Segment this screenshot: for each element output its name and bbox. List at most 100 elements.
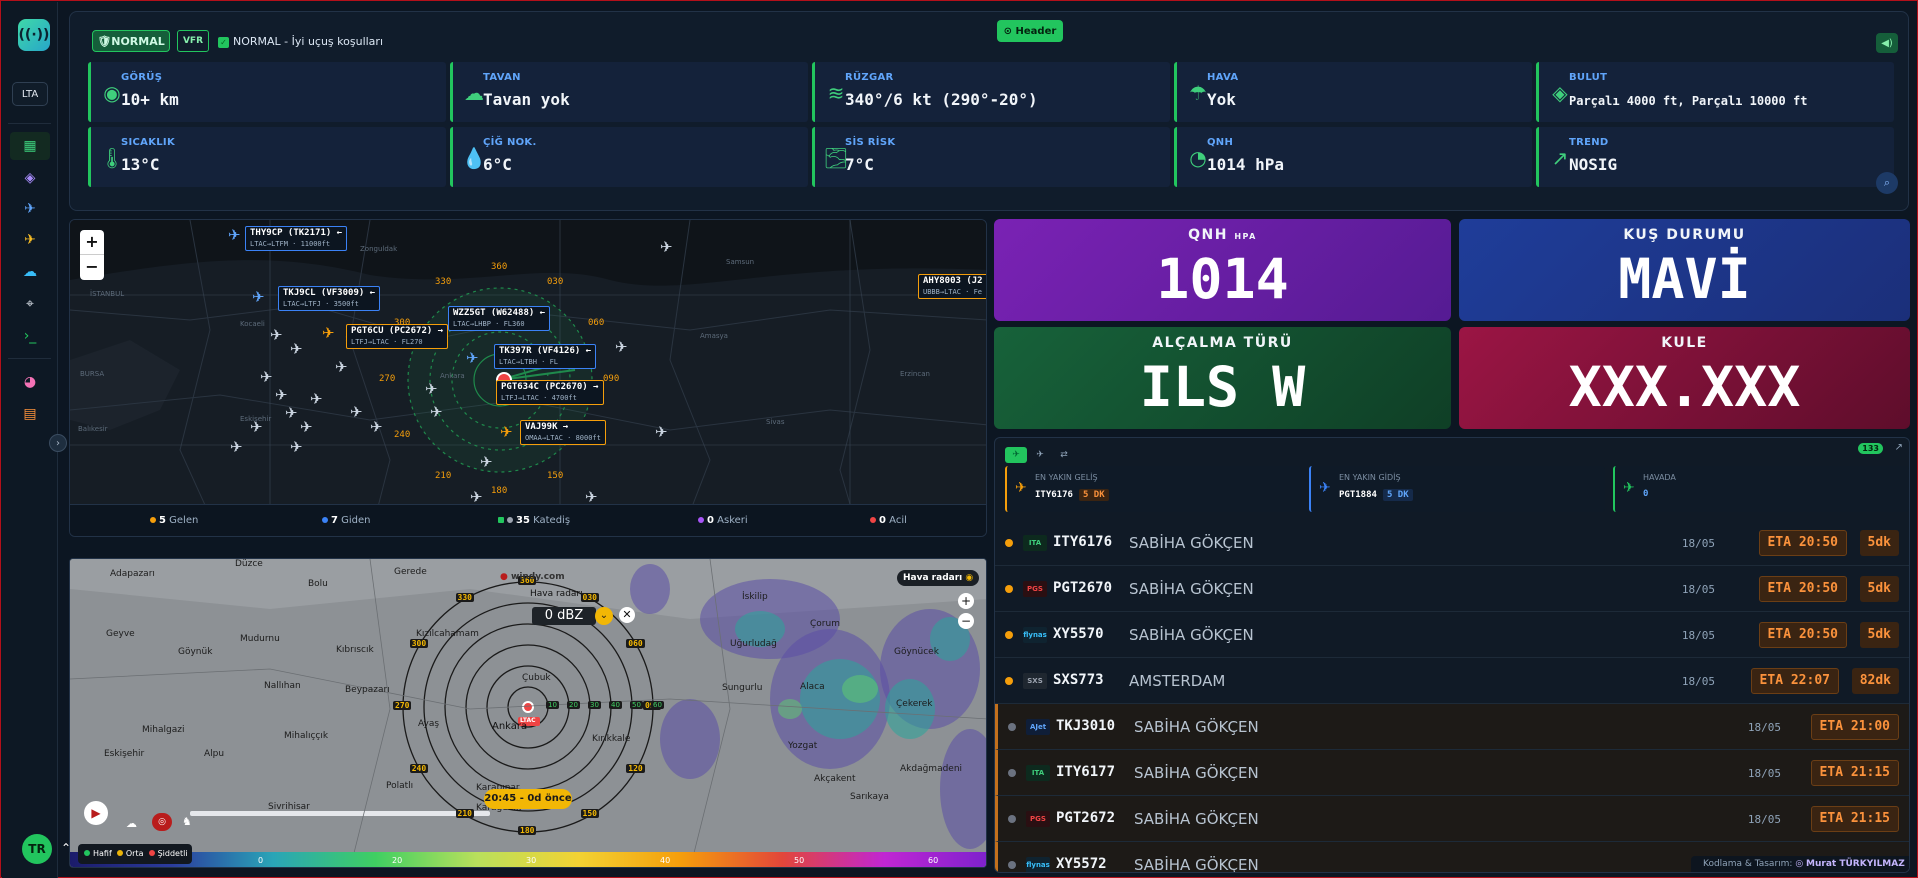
airline-logo: PGS [1026,811,1050,827]
radar-map[interactable]: Adapazarı Düzce Bolu Gerede Geyve Mudurnu Kıbr… [69,558,987,868]
flight-tag[interactable]: PGT634C (PC2670) → LTFJ→LTAC · 4700ft [496,380,604,405]
status-dot [1008,723,1016,731]
layers-icon[interactable]: ◈ [10,164,50,192]
flight-row[interactable]: AJet TKJ3010 SABİHA GÖKÇEN 18/05 ETA 21:00 [995,704,1909,750]
tower-frequency-value: XXX.XXX [1568,355,1801,419]
instagram-icon: ◎ [1795,859,1804,869]
weather-icon[interactable]: ☁ [10,258,50,286]
plane-icon[interactable]: ✈ [430,405,443,420]
nearest-card[interactable]: ✈ HAVADA 0 [1613,466,1909,512]
cloud-small-icon[interactable]: ☁ [126,817,137,830]
compass-label: 330 [435,277,452,287]
radar-toggle-button[interactable]: Hava radarı ◉ [897,570,980,586]
grid-icon[interactable]: ▦ [10,132,50,160]
flight-row[interactable]: ITA ITY6176 SABİHA GÖKÇEN 18/05 5dk ETA 20:50 [995,520,1909,566]
plane-icon[interactable]: ✈ [260,370,273,385]
plane-icon[interactable]: ✈ [466,351,479,366]
radar-compass-label: 210 [455,809,474,819]
plane-icon[interactable]: ✈ [425,382,438,397]
palette-icon[interactable]: ◕ [10,368,50,396]
weather-cell: 🌫 SİS RİSK 7°C [812,127,1170,187]
checkbox-icon[interactable] [498,517,504,523]
plane-icon[interactable]: ✈ [252,290,265,305]
flights-panel: ✈ ✈ ⇄ 133 ↗ ✈ EN YAKIN GELİŞ ITY6176 5 DK ✈ EN … [994,437,1910,873]
plane-icon[interactable]: ✈ [270,328,283,343]
avatar[interactable]: TR [22,834,52,864]
chevron-up-icon[interactable]: ⌃ [61,841,71,855]
plane-icon[interactable]: ✈ [310,392,323,407]
airline-logo: SXS [1023,673,1047,689]
plane-icon[interactable]: ✈ [300,420,313,435]
card-title: ALÇALMA TÜRÜ [1152,335,1293,351]
sidebar-collapse-button[interactable]: › [49,434,67,452]
credit-name[interactable]: Murat TÜRKYILMAZ [1806,859,1905,869]
radar-time-pill[interactable]: 20:45 - 0d önce [484,789,572,809]
flight-tag[interactable]: THY9CP (TK2171) ← LTAC→LTFM · 11000ft [245,226,348,251]
plane-icon[interactable]: ✈ [285,406,298,421]
plane-icon[interactable]: ✈ [585,490,598,505]
plane-icon[interactable]: ✈ [480,455,493,470]
plane-icon[interactable]: ✈ [228,228,241,243]
plane-icon[interactable]: ✈ [350,405,363,420]
calculator-icon[interactable]: ▤ [10,400,50,428]
play-button[interactable]: ▶ [84,801,108,825]
zoom-in-button[interactable]: + [80,230,104,255]
plane-icon[interactable]: ✈ [660,240,673,255]
scale-label: 40 [660,856,671,865]
status-dot [1005,631,1013,639]
flight-tag[interactable]: AHY8003 (J2 UBBB→LTAC · Fe [918,274,986,299]
search-icon[interactable]: ⌕ [1876,172,1898,194]
flight-row[interactable]: flynas XY5570 SABİHA GÖKÇEN 18/05 5dk ETA 20:… [995,612,1909,658]
flight-tag[interactable]: TKJ9CL (VF3009) ← LTAC→LTFJ · 3500ft [278,286,381,311]
plane-icon[interactable]: ✈ [250,420,263,435]
plane-icon[interactable]: ✈ [290,440,303,455]
plane-icon[interactable]: ✈ [370,420,383,435]
language-select[interactable]: LTA [12,82,48,106]
stat-overflights[interactable]: 35 Katediş [498,515,570,526]
flight-map[interactable]: + − 360030060090120150180210240270300330… [69,219,987,537]
departure-plane-icon[interactable]: ✈ [10,195,50,223]
arrival-plane-icon[interactable]: ✈ [10,226,50,254]
nearest-card[interactable]: ✈ EN YAKIN GİDİŞ PGT1884 5 DK [1309,466,1605,512]
plane-icon[interactable]: ✈ [470,490,483,505]
flight-row[interactable]: PGS PGT2672 SABİHA GÖKÇEN 18/05 ETA 21:15 [995,796,1909,842]
volume-icon[interactable]: ◀) [1876,33,1898,53]
plane-icon[interactable]: ✈ [322,326,335,341]
flight-tag[interactable]: TK397R (VF4126) ← LTAC→LTBH · FL [494,344,597,369]
plane-icon[interactable]: ✈ [275,388,288,403]
flight-row[interactable]: SXS SXS773 AMSTERDAM 18/05 82dk ETA 22:07 [995,658,1909,704]
crosshair-icon[interactable]: ⌖ [10,290,50,318]
flight-tag[interactable]: WZZ5GT (W62488) ← LTAC→LHBP · FL360 [448,306,551,331]
weather-value: Tavan yok [483,90,570,109]
plane-icon[interactable]: ✈ [655,425,668,440]
nearest-card[interactable]: ✈ EN YAKIN GELİŞ ITY6176 5 DK [1005,466,1301,512]
external-link-icon[interactable]: ↗ [1895,442,1903,453]
plane-icon[interactable]: ✈ [500,425,513,440]
animal-icon[interactable]: ♞ [182,815,192,828]
swap-icon[interactable]: ⇄ [1053,447,1075,463]
zoom-out-button[interactable]: − [80,255,104,280]
range-mark-label: 50 [630,701,643,709]
radar-layer-icon[interactable]: ◎ [152,813,172,831]
departure-tab-icon[interactable]: ✈ [1029,447,1051,463]
arrival-tab-icon[interactable]: ✈ [1005,447,1027,463]
city-label: Sungurlu [722,683,763,693]
flight-tag[interactable]: PGT6CU (PC2672) → LTFJ→LTAC · FL270 [346,324,449,349]
chevron-down-icon[interactable]: ⌄ [595,607,613,625]
terminal-icon[interactable]: ›_ [10,322,50,350]
flight-tag-callsign: TKJ9CL (VF3009) ← [283,288,376,298]
stat-dot [150,517,156,523]
flight-row[interactable]: PGS PGT2670 SABİHA GÖKÇEN 18/05 5dk ETA 20:50 [995,566,1909,612]
plane-icon[interactable]: ✈ [290,342,303,357]
app-logo-icon[interactable]: ((·)) [18,19,50,51]
weather-label: SICAKLIK [121,137,175,148]
radar-zoom-in-button[interactable]: + [958,593,974,609]
header-toggle-button[interactable]: ⊙ Header [997,20,1063,42]
plane-icon[interactable]: ✈ [335,360,348,375]
flight-tag[interactable]: VAJ99K → OMAA→LTAC · 8000ft [520,420,606,445]
plane-icon[interactable]: ✈ [230,440,243,455]
plane-icon[interactable]: ✈ [615,340,628,355]
flight-row[interactable]: ITA ITY6177 SABİHA GÖKÇEN 18/05 ETA 21:15 [995,750,1909,796]
radar-zoom-out-button[interactable]: − [958,613,974,629]
close-icon[interactable]: ✕ [619,607,635,623]
